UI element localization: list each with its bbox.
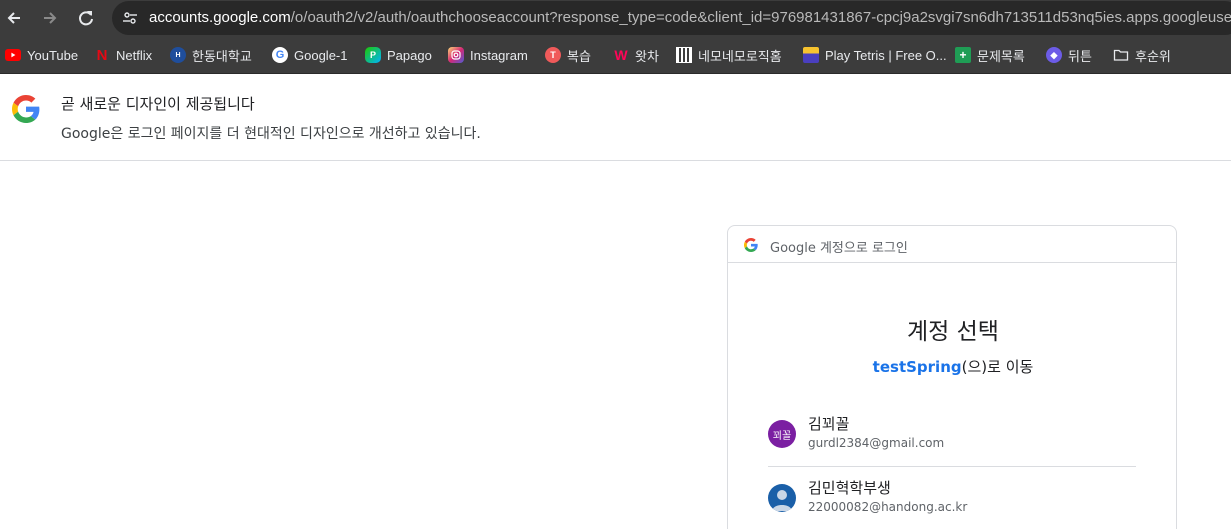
bookmark-folder[interactable]: 후순위 bbox=[1113, 45, 1171, 65]
problem-list-icon: + bbox=[955, 47, 971, 63]
bookmark-label: Netflix bbox=[116, 47, 153, 63]
avatar: 꾀꼴 bbox=[768, 420, 796, 448]
review-icon: T bbox=[545, 47, 561, 63]
watcha-icon: W bbox=[614, 47, 628, 63]
account-item-22000082[interactable]: 김민혁학부생 22000082@handong.ac.kr bbox=[768, 467, 1136, 529]
account-name: 김꾀꼴 bbox=[808, 415, 850, 433]
folder-icon bbox=[1113, 47, 1129, 63]
bookmark-label: 한동대학교 bbox=[192, 48, 252, 64]
bookmark-instagram[interactable]: Instagram bbox=[448, 45, 528, 65]
person-icon bbox=[772, 490, 792, 511]
bookmark-google[interactable]: G Google-1 bbox=[272, 45, 347, 65]
design-notice-banner: 곧 새로운 디자인이 제공됩니다 Google은 로그인 페이지를 더 현대적인… bbox=[0, 75, 1231, 161]
card-header-label: Google 계정으로 로그인 bbox=[770, 241, 908, 256]
bookmark-label: 네모네모로직홈 bbox=[698, 48, 782, 64]
google-icon: G bbox=[272, 47, 288, 63]
bookmark-watcha[interactable]: W 왓차 bbox=[613, 45, 659, 65]
bookmark-label: Papago bbox=[387, 47, 432, 63]
card-subtitle: testSpring(으)로 이동 bbox=[728, 356, 1176, 377]
bookmark-papago[interactable]: P Papago bbox=[365, 45, 432, 65]
bookmark-label: Play Tetris | Free O... bbox=[825, 47, 947, 63]
url-path: /o/oauth2/v2/auth/oauthchooseaccount?res… bbox=[290, 9, 1231, 26]
arrow-left-icon bbox=[7, 12, 20, 24]
google-logo-icon bbox=[12, 95, 40, 123]
notice-description: Google은 로그인 페이지를 더 현대적인 디자인으로 개선하고 있습니다. bbox=[61, 126, 481, 142]
google-logo-icon bbox=[744, 238, 758, 252]
page-title: 계정 선택 bbox=[907, 319, 999, 345]
reload-button[interactable] bbox=[72, 4, 100, 32]
netflix-icon: N bbox=[96, 46, 108, 64]
account-chooser-card: Google 계정으로 로그인 계정 선택 testSpring(으)로 이동 … bbox=[727, 225, 1177, 529]
nemo-icon bbox=[676, 47, 692, 63]
bookmark-label: YouTube bbox=[27, 47, 79, 63]
back-button[interactable] bbox=[0, 4, 28, 32]
account-item-gurdl2384[interactable]: 꾀꼴 김꾀꼴 gurdl2384@gmail.com bbox=[768, 403, 1136, 467]
card-header: Google 계정으로 로그인 bbox=[728, 226, 1176, 263]
bookmark-nemo[interactable]: 네모네모로직홈 bbox=[676, 45, 782, 65]
bookmark-label: 뒤튼 bbox=[1068, 48, 1092, 64]
handong-icon: H bbox=[170, 47, 186, 63]
bookmark-review[interactable]: T 복습 bbox=[545, 45, 591, 65]
wtn-icon: ◆ bbox=[1046, 47, 1062, 63]
subtitle-rest: (으)로 이동 bbox=[961, 358, 1034, 376]
bookmark-tetris[interactable]: Play Tetris | Free O... bbox=[803, 45, 947, 65]
address-bar[interactable]: accounts.google.com/o/oauth2/v2/auth/oau… bbox=[112, 1, 1231, 35]
bookmark-netflix[interactable]: N Netflix bbox=[94, 45, 153, 65]
url-host: accounts.google.com bbox=[149, 9, 291, 26]
browser-toolbar: accounts.google.com/o/oauth2/v2/auth/oau… bbox=[0, 0, 1231, 36]
tune-icon[interactable] bbox=[120, 8, 140, 28]
url-text[interactable]: accounts.google.com/o/oauth2/v2/auth/oau… bbox=[149, 9, 1231, 26]
bookmark-handong[interactable]: H 한동대학교 bbox=[170, 45, 252, 65]
account-email: gurdl2384@gmail.com bbox=[808, 436, 945, 450]
youtube-icon bbox=[5, 49, 21, 61]
papago-icon: P bbox=[365, 47, 381, 63]
bookmark-youtube[interactable]: YouTube bbox=[5, 45, 78, 65]
notice-title: 곧 새로운 디자인이 제공됩니다 bbox=[61, 95, 255, 113]
avatar bbox=[768, 484, 796, 512]
bookmark-label: 복습 bbox=[567, 48, 591, 64]
bookmark-label: Google-1 bbox=[294, 47, 348, 63]
bookmark-label: Instagram bbox=[470, 47, 528, 63]
tetris-icon bbox=[803, 47, 819, 63]
account-name: 김민혁학부생 bbox=[808, 479, 891, 497]
instagram-icon bbox=[448, 47, 464, 63]
app-name-link[interactable]: testSpring bbox=[873, 358, 962, 376]
bookmark-label: 후순위 bbox=[1135, 48, 1171, 64]
bookmark-wtn[interactable]: ◆ 뒤튼 bbox=[1046, 45, 1092, 65]
bookmark-problem-list[interactable]: + 문제목록 bbox=[955, 45, 1025, 65]
account-email: 22000082@handong.ac.kr bbox=[808, 500, 968, 514]
forward-button[interactable] bbox=[36, 4, 64, 32]
reload-icon bbox=[79, 11, 93, 26]
bookmarks-bar: YouTube N Netflix H 한동대학교 G Google-1 P P… bbox=[0, 36, 1231, 74]
bookmark-label: 문제목록 bbox=[977, 48, 1025, 64]
arrow-right-icon bbox=[44, 12, 57, 24]
bookmark-label: 왓차 bbox=[635, 48, 659, 64]
